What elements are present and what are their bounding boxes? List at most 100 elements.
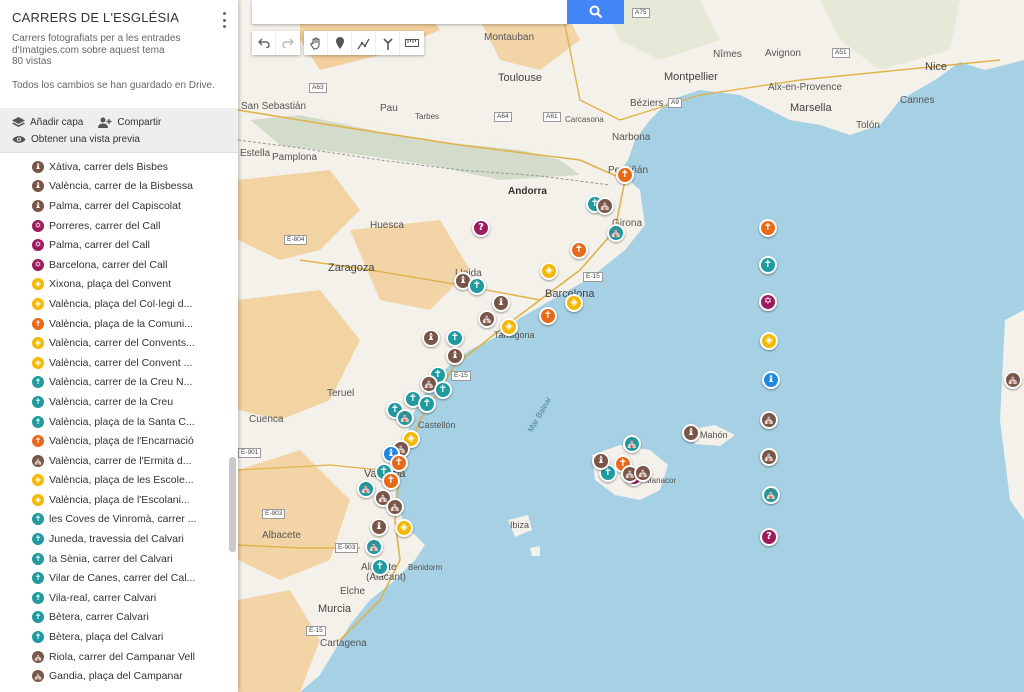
feature-item[interactable]: ✝ Vila-real, carrer Calvari [0, 588, 238, 608]
feature-item[interactable]: ✝ Vilar de Canes, carrer del Cal... [0, 568, 238, 588]
convent-icon: ◈ [32, 493, 44, 506]
feature-item[interactable]: ✝ Juneda, travessia del Calvari [0, 529, 238, 549]
map-marker[interactable]: ✝ [446, 329, 464, 347]
feature-label: les Coves de Vinromà, carrer ... [49, 513, 197, 526]
map-marker[interactable]: ⛪ [396, 409, 414, 427]
feature-item[interactable]: ◈ València, plaça del Col·legi d... [0, 294, 238, 314]
map-marker[interactable]: ⛪ [386, 498, 404, 516]
map-marker[interactable]: ✝ [570, 241, 588, 259]
feature-label: València, plaça de la Comuni... [49, 317, 193, 330]
city-label: San Sebastián [241, 101, 307, 112]
search-icon [589, 5, 602, 19]
map-marker[interactable]: ✝ [418, 395, 436, 413]
map-marker[interactable]: ◈ [500, 318, 518, 336]
scrollbar[interactable] [229, 457, 236, 552]
map-marker[interactable]: ✝ [759, 256, 777, 274]
feature-item[interactable]: ✝ la Sènia, carrer del Calvari [0, 549, 238, 569]
search-input[interactable] [252, 0, 568, 24]
map-marker[interactable]: ◈ [760, 332, 778, 350]
search-button[interactable] [567, 0, 624, 24]
map-marker[interactable]: ⛪ [623, 435, 641, 453]
cross-icon: ✝ [32, 395, 44, 408]
map-marker[interactable]: ⛪ [760, 411, 778, 429]
feature-item[interactable]: ◈ València, plaça de les Escole... [0, 471, 238, 491]
map-marker[interactable]: ⛪ [762, 486, 780, 504]
feature-item[interactable]: ✝ Bètera, carrer Calvari [0, 608, 238, 628]
feature-item[interactable]: ◈ València, carrer del Convent ... [0, 353, 238, 373]
map-marker[interactable]: ✝ [382, 472, 400, 490]
feature-item[interactable]: ✝ València, carrer de la Creu N... [0, 373, 238, 393]
map-marker[interactable]: ⛪ [760, 448, 778, 466]
feature-item[interactable]: ◈ Xixona, plaça del Convent [0, 275, 238, 295]
preview-button[interactable]: Obtener una vista previa [12, 134, 140, 145]
map-marker[interactable]: ✝ [468, 277, 486, 295]
city-label: Pamplona [272, 152, 318, 163]
more-options-button[interactable] [220, 12, 228, 28]
feature-label: Xixona, plaça del Convent [49, 278, 171, 291]
feature-item[interactable]: ✝ València, plaça de la Comuni... [0, 314, 238, 334]
map-marker[interactable]: ⛪ [478, 310, 496, 328]
feature-item[interactable]: ✝ Bètera, plaça del Calvari [0, 627, 238, 647]
map-marker[interactable]: ♝ [492, 294, 510, 312]
directions-button[interactable] [376, 31, 400, 55]
map-marker[interactable]: ✝ [759, 219, 777, 237]
pan-tool-button[interactable] [304, 31, 328, 55]
map-marker[interactable]: ✡ [759, 293, 777, 311]
map-marker[interactable]: ◈ [540, 262, 558, 280]
feature-item[interactable]: ✡ Porreres, carrer del Call [0, 216, 238, 236]
map-marker[interactable]: ✝ [434, 381, 452, 399]
map-marker[interactable]: ♝ [446, 347, 464, 365]
map-marker[interactable]: ✝ [539, 307, 557, 325]
feature-item[interactable]: ✡ Palma, carrer del Call [0, 235, 238, 255]
feature-item[interactable]: ◈ València, plaça de l'Escolani... [0, 490, 238, 510]
feature-item[interactable]: ⛪ Riola, carrer del Campanar Vell [0, 647, 238, 667]
feature-item[interactable]: ⛪ Gandia, plaça del Campanar [0, 666, 238, 686]
feature-item[interactable]: ◈ València, carrer del Convents... [0, 333, 238, 353]
map-marker[interactable]: ⛪ [607, 224, 625, 242]
city-label: Cannes [900, 95, 935, 106]
star-of-david-icon: ✡ [32, 258, 44, 271]
add-layer-button[interactable]: Añadir capa [12, 117, 83, 128]
feature-item[interactable]: ✡ Barcelona, carrer del Call [0, 255, 238, 275]
map-marker[interactable]: ✝ [616, 166, 634, 184]
map-description[interactable]: Carrers fotografiats per a les entrades … [12, 33, 202, 56]
add-marker-button[interactable] [328, 31, 352, 55]
map-marker[interactable]: ? [760, 528, 778, 546]
city-label: Montpellier [664, 71, 718, 83]
map-marker[interactable]: ⛪ [1004, 371, 1022, 389]
feature-item[interactable]: ♝ Xàtiva, carrer dels Bisbes [0, 157, 238, 177]
map-marker[interactable]: ♝ [422, 329, 440, 347]
preview-label: Obtener una vista previa [31, 134, 140, 145]
map-marker[interactable]: ✝ [371, 558, 389, 576]
map-marker[interactable]: ? [472, 219, 490, 237]
map-title[interactable]: CARRERS DE L'ESGLÉSIA [12, 10, 226, 25]
feature-item[interactable]: ♝ Palma, carrer del Capiscolat [0, 196, 238, 216]
hand-icon [309, 37, 319, 49]
draw-line-button[interactable] [352, 31, 376, 55]
map-marker[interactable]: ◈ [565, 294, 583, 312]
undo-button[interactable] [252, 31, 276, 55]
map-marker[interactable]: ⛪ [634, 464, 652, 482]
feature-item[interactable]: ✝ València, carrer de la Creu [0, 392, 238, 412]
feature-item[interactable]: ✝ València, plaça de la Santa C... [0, 412, 238, 432]
feature-item[interactable]: ✝ València, plaça de l'Encarnació [0, 431, 238, 451]
share-button[interactable]: Compartir [97, 117, 161, 128]
map-marker[interactable]: ♝ [682, 424, 700, 442]
convent-icon: ◈ [32, 337, 44, 350]
feature-item[interactable]: ✝ les Coves de Vinromà, carrer ... [0, 510, 238, 530]
redo-button[interactable] [276, 31, 300, 55]
map-marker[interactable]: ⛪ [357, 480, 375, 498]
map-marker[interactable]: ⛪ [365, 538, 383, 556]
road-shield: E-15 [306, 626, 326, 636]
undo-icon [257, 38, 270, 48]
map-marker[interactable]: ♝ [592, 452, 610, 470]
road-shield: A75 [632, 8, 650, 18]
map-marker[interactable]: ♝ [370, 518, 388, 536]
feature-item[interactable]: ⛪ València, carrer de l'Ermita d... [0, 451, 238, 471]
map-marker[interactable]: ⛪ [596, 197, 614, 215]
map-marker[interactable]: ♝ [762, 371, 780, 389]
measure-button[interactable] [400, 31, 424, 55]
feature-item[interactable]: ♝ València, carrer de la Bisbessa [0, 177, 238, 197]
map-marker[interactable]: ◈ [395, 519, 413, 537]
feature-label: Xàtiva, carrer dels Bisbes [49, 160, 169, 173]
